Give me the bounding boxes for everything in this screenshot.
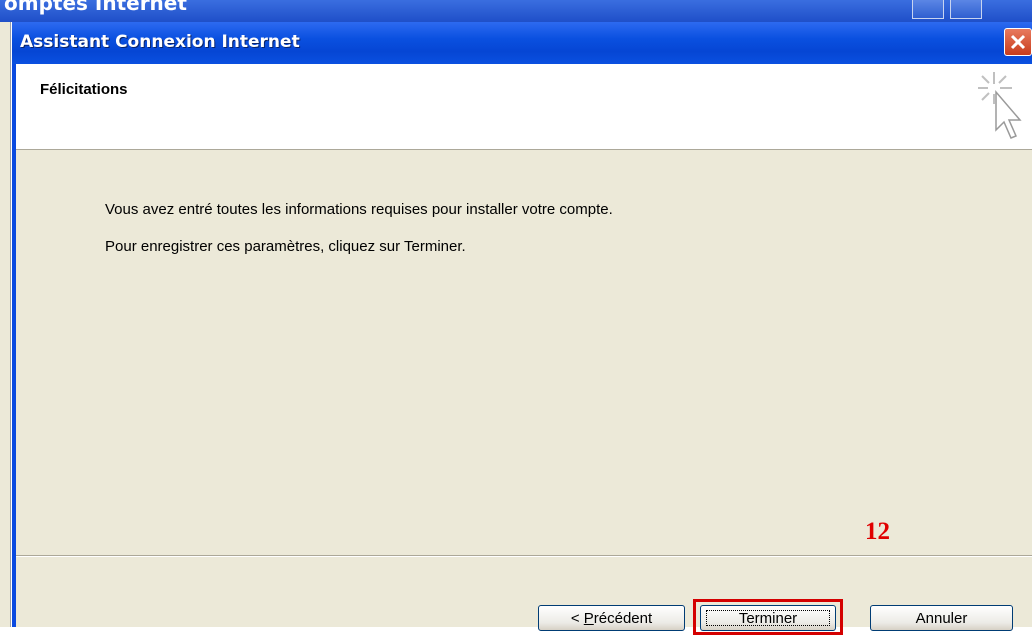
instruction-message: Pour enregistrer ces paramètres, cliquez… (105, 238, 466, 255)
wizard-cursor-icon (978, 72, 1022, 139)
dialog-titlebar[interactable]: Assistant Connexion Internet (12, 22, 1032, 64)
cancel-button[interactable]: Annuler (870, 605, 1013, 631)
background-window-edge (0, 22, 11, 627)
background-help-button[interactable] (912, 0, 944, 19)
back-button-accelerator: P (583, 610, 594, 627)
wizard-dialog: Assistant Connexion Internet Félicitatio… (12, 22, 1032, 635)
page-title: Félicitations (40, 81, 128, 98)
info-message: Vous avez entré toutes les informations … (105, 201, 613, 218)
step-annotation: 12 (865, 518, 890, 545)
cancel-button-label: Annuler (915, 610, 968, 627)
back-button-prefix: < (570, 610, 584, 627)
background-close-button[interactable] (950, 0, 982, 19)
button-separator (16, 555, 1032, 557)
back-button-label: récédent (593, 610, 653, 627)
dialog-body: Félicitations Vous avez entré toutes les… (16, 64, 1032, 635)
wizard-header: Félicitations (16, 64, 1032, 150)
background-window-titlebar: omptes Internet (0, 0, 1032, 22)
focus-rectangle (706, 610, 830, 626)
dialog-title: Assistant Connexion Internet (20, 32, 300, 52)
close-icon (1010, 34, 1026, 50)
back-button[interactable]: < Précédent (538, 605, 685, 631)
close-button[interactable] (1004, 28, 1032, 56)
finish-button[interactable]: Terminer (700, 605, 836, 631)
background-window-title: omptes Internet (4, 0, 187, 15)
